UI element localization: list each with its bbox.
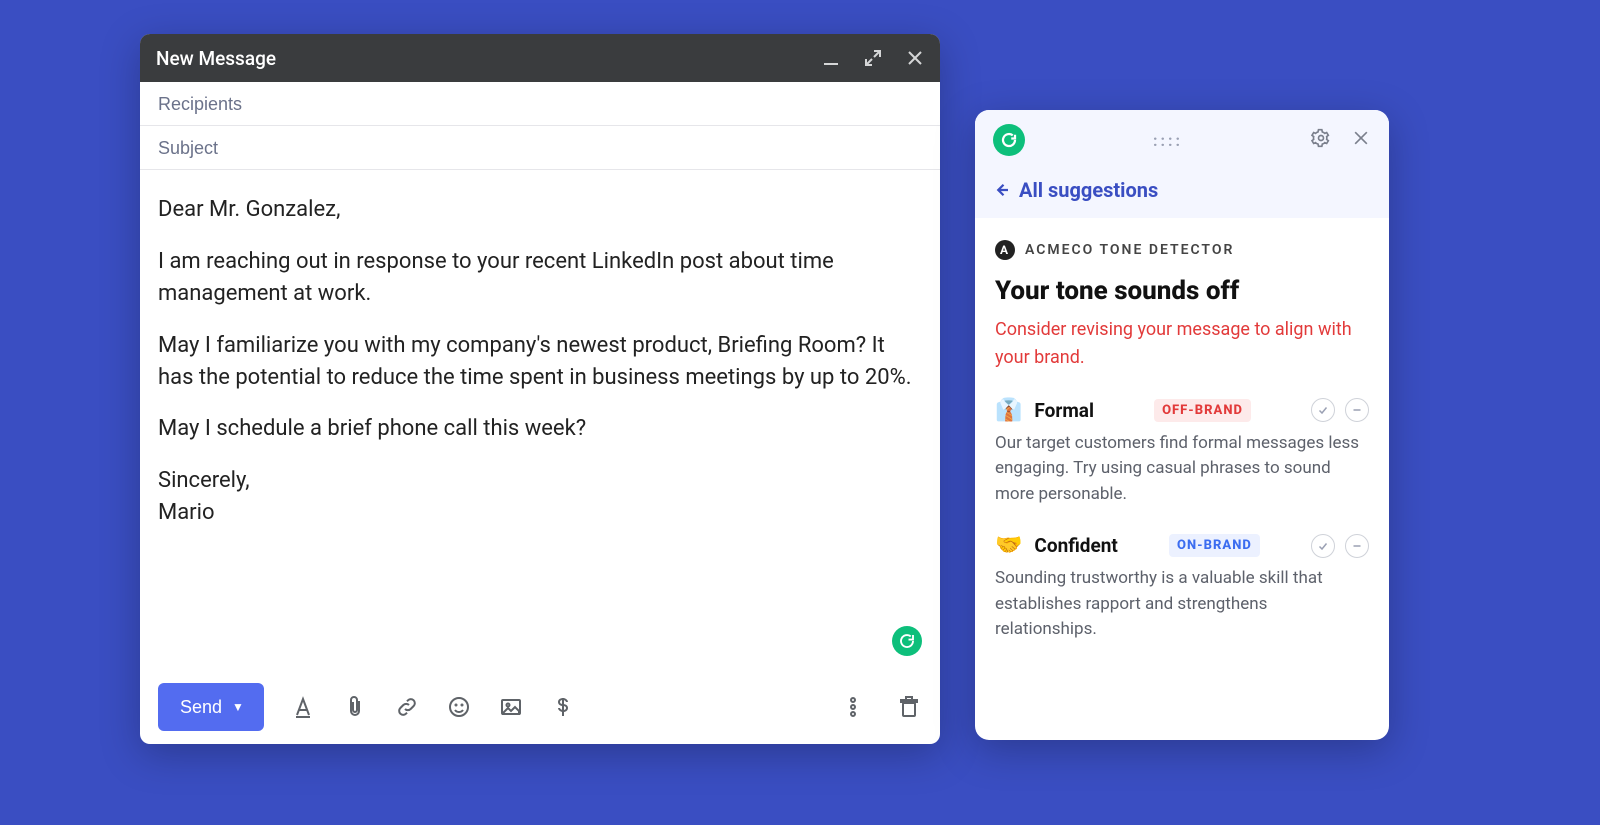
gear-icon[interactable] xyxy=(1311,128,1331,152)
tone-row: 👔 Formal OFF-BRAND xyxy=(995,398,1369,423)
tone-row: 🤝 Confident ON-BRAND xyxy=(995,533,1369,558)
tone-tag: ON-BRAND xyxy=(1169,534,1260,557)
body-paragraph: I am reaching out in response to your re… xyxy=(158,246,922,310)
tone-emoji-icon: 👔 xyxy=(995,398,1022,423)
drag-handle-icon[interactable]: :::: xyxy=(1153,131,1183,150)
tone-emoji-icon: 🤝 xyxy=(995,533,1022,558)
compose-title: New Message xyxy=(156,47,276,70)
subject-row[interactable] xyxy=(140,126,940,170)
formatting-icon[interactable] xyxy=(290,694,316,720)
tone-actions xyxy=(1311,534,1369,558)
compose-toolbar: Send ▼ xyxy=(140,670,940,744)
grammarly-panel: :::: All suggestions A ACMECO TONE DETEC… xyxy=(975,110,1389,740)
tone-name: Confident xyxy=(1034,534,1117,557)
tone-tag: OFF-BRAND xyxy=(1154,399,1251,422)
tone-headline: Your tone sounds off xyxy=(995,276,1369,306)
accept-icon[interactable] xyxy=(1311,398,1335,422)
image-icon[interactable] xyxy=(498,694,524,720)
all-suggestions-link[interactable]: All suggestions xyxy=(993,178,1371,202)
tone-name: Formal xyxy=(1034,399,1094,422)
recipients-input[interactable] xyxy=(158,94,922,115)
tone-actions xyxy=(1311,398,1369,422)
detector-label: ACMECO TONE DETECTOR xyxy=(1025,242,1234,258)
link-icon[interactable] xyxy=(394,694,420,720)
chevron-down-icon: ▼ xyxy=(232,700,244,714)
grammarly-status-icon[interactable] xyxy=(892,626,922,656)
compose-header: New Message xyxy=(140,34,940,82)
dollar-icon[interactable] xyxy=(550,694,576,720)
body-paragraph: May I schedule a brief phone call this w… xyxy=(158,413,922,445)
body-paragraph: Sincerely, xyxy=(158,465,922,497)
expand-icon[interactable] xyxy=(864,49,882,67)
emoji-icon[interactable] xyxy=(446,694,472,720)
more-icon[interactable] xyxy=(840,694,866,720)
recipients-row[interactable] xyxy=(140,82,940,126)
dismiss-icon[interactable] xyxy=(1345,398,1369,422)
all-suggestions-label: All suggestions xyxy=(1019,178,1158,202)
close-icon[interactable] xyxy=(1351,128,1371,152)
body-paragraph: Mario xyxy=(158,497,922,529)
tone-description: Our target customers find formal message… xyxy=(995,431,1369,508)
tone-advice: Consider revising your message to align … xyxy=(995,316,1369,372)
panel-body: A ACMECO TONE DETECTOR Your tone sounds … xyxy=(975,218,1389,681)
minimize-icon[interactable] xyxy=(822,49,840,67)
panel-top-controls xyxy=(1311,128,1371,152)
dismiss-icon[interactable] xyxy=(1345,534,1369,558)
arrow-left-icon xyxy=(993,181,1011,199)
send-label: Send xyxy=(180,697,222,718)
panel-top: :::: xyxy=(993,124,1371,156)
accept-icon[interactable] xyxy=(1311,534,1335,558)
toolbar-right xyxy=(840,694,922,720)
tone-left: 👔 Formal xyxy=(995,398,1094,423)
body-paragraph: Dear Mr. Gonzalez, xyxy=(158,194,922,226)
subject-input[interactable] xyxy=(158,138,922,159)
attachment-icon[interactable] xyxy=(342,694,368,720)
compose-window: New Message Dear Mr. Gonzalez, I am reac… xyxy=(140,34,940,744)
panel-header: :::: All suggestions xyxy=(975,110,1389,218)
tone-left: 🤝 Confident xyxy=(995,533,1118,558)
detector-badge-icon: A xyxy=(995,240,1015,260)
toolbar-left: Send ▼ xyxy=(158,683,576,731)
tone-description: Sounding trustworthy is a valuable skill… xyxy=(995,566,1369,643)
close-icon[interactable] xyxy=(906,49,924,67)
compose-body[interactable]: Dear Mr. Gonzalez, I am reaching out in … xyxy=(140,170,940,670)
detector-line: A ACMECO TONE DETECTOR xyxy=(995,240,1369,260)
grammarly-logo-icon xyxy=(993,124,1025,156)
window-controls xyxy=(822,49,924,67)
trash-icon[interactable] xyxy=(896,694,922,720)
send-button[interactable]: Send ▼ xyxy=(158,683,264,731)
body-paragraph: May I familiarize you with my company's … xyxy=(158,330,922,394)
